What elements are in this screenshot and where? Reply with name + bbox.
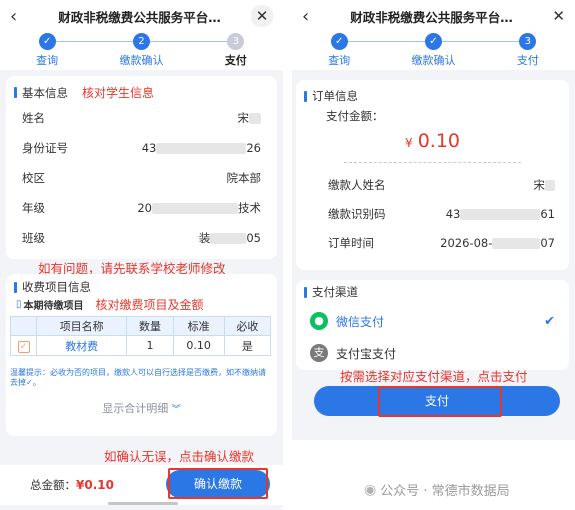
- close-button[interactable]: ✕: [249, 5, 273, 27]
- step-label: 支付: [516, 54, 539, 67]
- step-check-icon: ✓: [424, 33, 442, 50]
- col-header: 必收: [223, 316, 272, 336]
- order-heading: 订单信息: [304, 88, 358, 104]
- info-row-grade: 年级 20 技术: [22, 201, 261, 215]
- watermark: ◉ 公众号 · 常德市数据局: [364, 481, 510, 500]
- step-number: 2: [132, 33, 150, 50]
- step-indicator: ✓ 查询 2 缴款确认 3 支付: [0, 32, 283, 70]
- col-header: 数量: [126, 316, 174, 336]
- fee-table-header: 项目名称 数量 标准 必收: [10, 316, 272, 336]
- close-button[interactable]: ✕: [541, 7, 565, 25]
- home-indicator: [108, 502, 178, 505]
- annotation-click-confirm: 如确认无误，点击确认缴款: [104, 449, 255, 464]
- annotation-check-student: 核对学生信息: [82, 86, 155, 100]
- wechat-icon: ●: [310, 312, 328, 330]
- chevron-double-down-icon: ︾: [171, 405, 181, 415]
- confirm-screen: ‹ 财政非税缴费公共服务平台… ✕ ✓ 查询 2 缴款确认 3 支付 基本信息 …: [0, 0, 283, 510]
- left-footer: 总金额： ¥0.10 确认缴款: [0, 465, 283, 505]
- step-number: 3: [227, 33, 245, 50]
- alipay-option[interactable]: 支 支付宝支付: [310, 340, 555, 366]
- close-icon: ✕: [251, 5, 273, 27]
- right-top-bar: ‹ 财政非税缴费公共服务平台… ✕: [292, 0, 575, 32]
- step-check-icon: ✓: [38, 33, 56, 50]
- step-indicator: ✓ 查询 ✓ 缴款确认 3 支付: [292, 32, 575, 70]
- basic-info-heading: 基本信息 核对学生信息: [14, 84, 154, 101]
- step-label: 缴款确认: [411, 54, 456, 67]
- watermark-area: ◉ 公众号 · 常德市数据局: [292, 440, 575, 510]
- step-pay: 3 支付: [196, 32, 276, 68]
- alipay-icon: 支: [310, 344, 328, 362]
- col-header: 项目名称: [35, 316, 128, 336]
- back-icon[interactable]: ‹: [302, 6, 322, 27]
- fee-item-name: 教材费: [35, 335, 128, 356]
- info-row-id-number: 身份证号 43 26: [22, 141, 261, 155]
- step-check-icon: ✓: [330, 33, 348, 50]
- step-query: ✓ 查询: [7, 32, 87, 68]
- wechat-official-account-icon: ◉: [364, 481, 377, 498]
- info-row-campus: 校区 院本部: [22, 171, 261, 185]
- amount-value: ¥ 0.10: [404, 130, 461, 152]
- back-icon[interactable]: ‹: [10, 6, 30, 27]
- annotation-choose-channel: 按需选择对应支付渠道，点击支付: [340, 369, 528, 384]
- info-row-name: 姓名 宋: [22, 108, 261, 128]
- show-summary-toggle[interactable]: 显示合计明细 ︾: [6, 400, 277, 416]
- step-label: 缴款确认: [119, 54, 164, 67]
- step-confirm: ✓ 缴款确认: [393, 32, 473, 68]
- channel-heading: 支付渠道: [304, 284, 358, 300]
- col-header: 标准: [172, 316, 225, 336]
- step-label: 查询: [36, 54, 59, 67]
- order-row-payer: 缴款人姓名 宋: [328, 175, 555, 195]
- check-icon: ✔: [544, 313, 555, 329]
- step-label: 支付: [224, 54, 247, 67]
- basic-info-card: 基本信息 核对学生信息 姓名 宋 身份证号 43 26 校区 院本部 年级 20 技…: [6, 76, 277, 259]
- page-title: 财政非税缴费公共服务平台…: [350, 9, 513, 25]
- annotation-check-fee: 核对缴费项目及金额: [95, 298, 204, 312]
- table-row: ✓ 教材费 1 0.10 是: [10, 335, 272, 356]
- order-row-time: 订单时间 2026-08- 07: [328, 236, 555, 250]
- left-top-bar: ‹ 财政非税缴费公共服务平台… ✕: [0, 0, 283, 32]
- fee-heading: 收费项目信息: [14, 279, 91, 295]
- step-number: 3: [519, 33, 537, 50]
- info-row-class: 班级 装 05: [22, 231, 261, 245]
- wechat-pay-option[interactable]: ● 微信支付 ✔: [310, 308, 555, 334]
- divider: [344, 162, 521, 163]
- page-title: 财政非税缴费公共服务平台…: [58, 9, 221, 25]
- amount-label: 支付金额：: [326, 109, 384, 123]
- step-pay: 3 支付: [488, 32, 568, 68]
- fee-subheading: ▯ 本期待缴项目 核对缴费项目及金额: [16, 298, 204, 312]
- close-icon: ✕: [552, 7, 565, 25]
- order-row-code: 缴款识别码 43 61: [328, 207, 555, 221]
- highlight-box: [378, 386, 502, 417]
- total-amount: ¥0.10: [76, 478, 114, 492]
- payment-screen: ‹ 财政非税缴费公共服务平台… ✕ ✓ 查询 ✓ 缴款确认 3 支付 订单信息 …: [292, 0, 575, 510]
- payment-channel-card: 支付渠道 ● 微信支付 ✔ 支 支付宝支付: [296, 280, 569, 370]
- step-query: ✓ 查询: [299, 32, 379, 68]
- total-label: 总金额：: [30, 478, 76, 492]
- fee-table: 项目名称 数量 标准 必收 ✓ 教材费 1 0.10 是: [10, 316, 272, 356]
- fee-tip: 温馨提示：必收为否的项目，缴款人可以自行选择是否缴费，如不缴纳请去掉✓。: [10, 368, 266, 387]
- step-label: 查询: [328, 54, 351, 67]
- highlight-box: [168, 468, 268, 499]
- step-confirm: 2 缴款确认: [101, 32, 181, 68]
- order-info-card: 订单信息 支付金额： ¥ 0.10 缴款人姓名 宋 缴款识别码 43 61 订单时…: [296, 80, 569, 270]
- fee-card: 收费项目信息 ▯ 本期待缴项目 核对缴费项目及金额 项目名称 数量 标准 必收 …: [6, 274, 277, 436]
- fee-checkbox[interactable]: ✓: [17, 340, 30, 353]
